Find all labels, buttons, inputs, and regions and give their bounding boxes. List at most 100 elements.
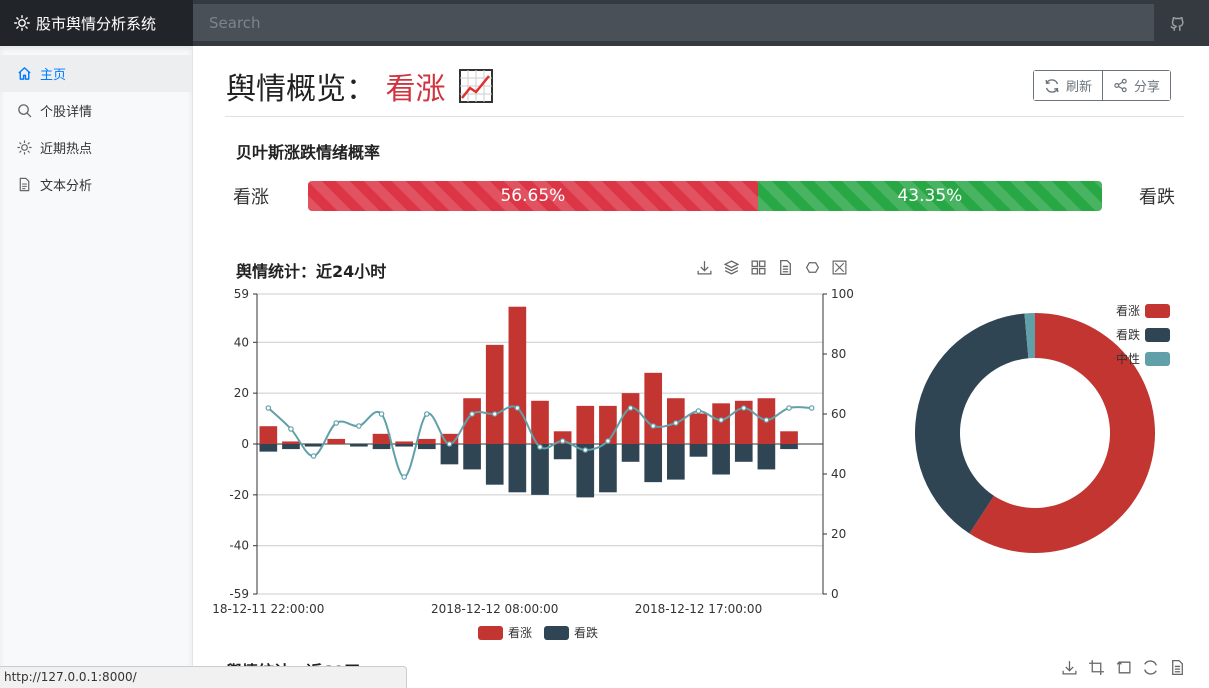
line-point	[288, 426, 294, 432]
bearish-bar	[259, 444, 278, 452]
app-title: 股市舆情分析系统	[36, 14, 157, 33]
brand[interactable]: 股市舆情分析系统	[0, 0, 193, 46]
sun-icon	[17, 140, 32, 155]
bearish-bar	[417, 444, 436, 450]
line-point	[740, 405, 747, 411]
line-point	[333, 420, 340, 426]
y-left-tick-label: 0	[241, 437, 249, 451]
zoom-icon[interactable]	[831, 259, 848, 276]
legend-label: 看跌	[574, 625, 598, 640]
bearish-bar	[508, 444, 527, 493]
bearish-bar	[734, 444, 753, 462]
sidebar-item-label: 个股详情	[40, 105, 93, 120]
tiled-icon[interactable]	[750, 259, 767, 276]
bullish-progress: 56.65%	[308, 181, 758, 211]
line-point	[469, 411, 475, 417]
chart2-toolbox	[1061, 659, 1186, 676]
main-content: 舆情概览： 看涨 刷新 分享 贝叶斯涨跌情绪概率 看涨 56.65% 43.35…	[193, 46, 1209, 688]
bearish-bar	[372, 444, 391, 450]
legend-label: 看涨	[1116, 303, 1140, 318]
line-point	[718, 417, 724, 423]
y-left-tick-label: -40	[229, 539, 249, 553]
bearish-bar	[440, 444, 459, 465]
y-left-tick-label: 40	[234, 335, 249, 349]
line-point	[605, 438, 611, 444]
legend-label: 中性	[1116, 351, 1140, 366]
data-view-icon[interactable]	[1169, 659, 1186, 676]
bearish-bar	[621, 444, 640, 462]
data-view-icon[interactable]	[777, 259, 794, 276]
legend-swatch	[1145, 304, 1170, 318]
sidebar-item-label: 主页	[40, 68, 67, 83]
refresh-button[interactable]: 刷新	[1034, 71, 1103, 100]
bearish-bar	[757, 444, 776, 470]
bullish-label: 看涨	[233, 187, 269, 208]
legend-label: 看跌	[1116, 327, 1140, 342]
refresh-icon	[1045, 78, 1059, 93]
restore-icon[interactable]	[1142, 659, 1159, 676]
line-point	[627, 405, 634, 411]
download-icon[interactable]	[696, 259, 713, 276]
line-point	[446, 441, 453, 447]
sidebar-item-stock-detail[interactable]: 个股详情	[0, 92, 192, 129]
line-point	[378, 411, 385, 417]
bullish-bar	[689, 413, 708, 444]
line-point	[491, 411, 498, 417]
bearish-bar	[599, 444, 617, 493]
bullish-bar	[327, 438, 346, 444]
page-title: 舆情概览： 看涨	[226, 64, 494, 108]
home-icon	[18, 67, 31, 80]
bullish-pct: 56.65%	[500, 186, 566, 206]
y-left-tick-label: -20	[229, 488, 249, 502]
bullish-bar	[644, 372, 663, 444]
share-button[interactable]: 分享	[1102, 71, 1171, 100]
sun-icon	[14, 15, 30, 31]
probability-title: 贝叶斯涨跌情绪概率	[236, 143, 381, 162]
zoom-back-icon[interactable]	[1115, 659, 1132, 676]
top-navbar: 股市舆情分析系统	[0, 0, 1209, 46]
share-label: 分享	[1134, 80, 1161, 95]
sidebar-item-hotspots[interactable]: 近期热点	[0, 129, 192, 166]
search-input[interactable]	[193, 4, 1154, 41]
line-point	[808, 405, 815, 411]
line-point	[650, 423, 657, 429]
bullish-bar	[508, 306, 527, 444]
restore-icon[interactable]	[804, 259, 821, 276]
share-icon	[1114, 78, 1127, 93]
y-right-tick-label: 40	[831, 467, 846, 481]
y-right-tick-label: 0	[831, 587, 839, 601]
stack-icon[interactable]	[723, 259, 740, 276]
y-left-tick-label: -59	[229, 587, 249, 601]
line-point	[537, 444, 543, 450]
sidebar: 主页 个股详情 近期热点 文本分析	[0, 46, 193, 688]
probability-bar: 56.65% 43.35%	[308, 181, 1102, 211]
download-icon[interactable]	[1061, 659, 1078, 676]
sidebar-item-label: 近期热点	[40, 142, 93, 157]
github-icon[interactable]	[1168, 14, 1186, 32]
legend-swatch	[1145, 328, 1170, 342]
divider	[225, 116, 1184, 117]
legend-swatch	[544, 626, 569, 640]
y-left-tick-label: 20	[234, 386, 249, 400]
bearish-bar	[282, 444, 300, 450]
bearish-pct: 43.35%	[897, 186, 963, 206]
zoom-select-icon[interactable]	[1088, 659, 1105, 676]
search-icon	[18, 104, 32, 118]
x-tick-label: 2018-12-12 17:00:00	[635, 602, 762, 616]
sidebar-item-label: 文本分析	[40, 179, 93, 194]
line-point	[310, 453, 317, 459]
bullish-bar	[395, 441, 413, 444]
sidebar-item-home[interactable]: 主页	[0, 55, 192, 92]
line-point	[514, 405, 521, 411]
chart-toolbox	[696, 259, 848, 276]
bearish-bar	[350, 444, 368, 447]
line-point	[695, 408, 702, 414]
sidebar-item-text-analysis[interactable]: 文本分析	[0, 166, 192, 203]
donut-chart: 看涨看跌中性	[915, 303, 1170, 553]
line-point	[265, 405, 272, 411]
bullish-bar	[712, 403, 730, 444]
chart-title: 舆情统计：近24小时	[236, 262, 387, 281]
line-point	[559, 438, 566, 444]
legend-label: 看涨	[508, 625, 532, 640]
bullish-bar	[259, 426, 278, 444]
